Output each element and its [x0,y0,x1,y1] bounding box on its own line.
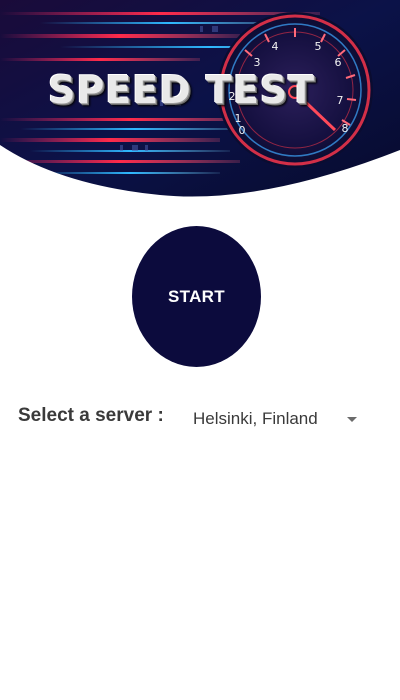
app-title: SPEED TEST [48,68,316,112]
gauge-number: 8 [342,122,349,135]
server-dropdown[interactable]: Helsinki, Finland [193,404,365,434]
chevron-down-icon[interactable] [347,417,357,422]
gauge-number: 0 [239,124,246,137]
gauge-number: 5 [315,40,322,53]
start-button[interactable]: START [132,226,261,367]
selected-server: Helsinki, Finland [193,409,318,428]
header-banner: 3 4 5 6 7 8 2 1 0 SPEED TEST [0,0,400,205]
gauge-number: 4 [272,40,279,53]
server-label: Select a server : [18,405,164,426]
